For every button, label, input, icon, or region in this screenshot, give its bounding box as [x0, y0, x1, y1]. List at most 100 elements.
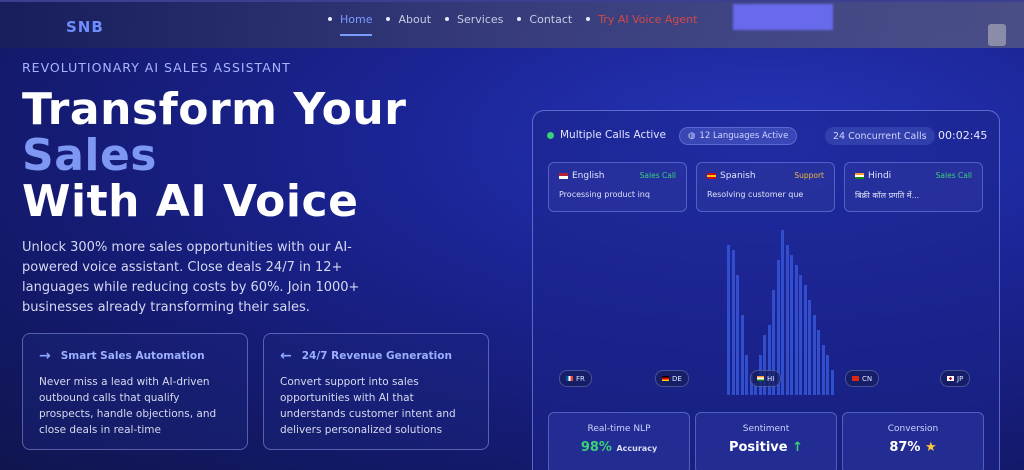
call-card-spanish[interactable]: Spanish Support Resolving customer que: [696, 162, 835, 212]
nav-item-contact[interactable]: Contact: [517, 10, 572, 28]
nav-label: Contact: [529, 12, 573, 26]
waveform-bar: [812, 315, 816, 395]
nav-bullet-icon: [586, 17, 591, 21]
chip-label: DE: [672, 374, 682, 383]
nav-bullet-icon: [328, 17, 332, 21]
metric-value: 98%: [580, 440, 612, 455]
chip-label: JP: [957, 374, 964, 383]
language-chip-de[interactable]: DE: [655, 370, 689, 387]
call-card-hindi[interactable]: Hindi Sales Call बिक्री कॉल प्रगति में...: [844, 162, 983, 212]
waveform-bar: [740, 315, 744, 395]
feature-text: Never miss a lead with AI-driven outboun…: [39, 376, 217, 436]
nav-label: About: [398, 12, 432, 26]
arrow-left-icon: ←: [280, 348, 292, 364]
waveform-bar: [794, 265, 798, 395]
language-chip-fr[interactable]: FR: [559, 370, 592, 387]
nav-label: Home: [340, 12, 373, 26]
call-tag: Sales Call: [935, 171, 972, 180]
top-navigation-bar: SNB Home About Services Contact Try AI V…: [0, 0, 1024, 48]
dashboard-status: Multiple Calls Active: [547, 129, 666, 141]
feature-title: Smart Sales Automation: [60, 350, 205, 362]
feature-text: Convert support into sales opportunities…: [280, 376, 456, 436]
call-status-text: Resolving customer que: [707, 190, 804, 199]
metric-sentiment: Sentiment Positive ↑: [695, 412, 837, 470]
waveform-bar: [727, 245, 730, 395]
waveform-bar: [736, 275, 739, 395]
languages-active-pill: ◍ 12 Languages Active: [679, 127, 798, 145]
live-calls-dashboard: Multiple Calls Active ◍ 12 Languages Acti…: [532, 110, 1000, 470]
call-tag: Support: [794, 171, 824, 180]
us-flag-icon: [559, 172, 568, 179]
main-nav: Home About Services Contact Try AI Voice…: [328, 10, 711, 36]
call-timer: 00:02:45: [938, 129, 988, 142]
feature-title-row: → Smart Sales Automation: [39, 348, 231, 364]
nav-bullet-icon: [386, 17, 391, 21]
brand-logo[interactable]: SNB: [66, 18, 104, 36]
feature-card-smart-sales[interactable]: → Smart Sales Automation Never miss a lea…: [22, 333, 248, 450]
metric-value: 87%: [889, 440, 921, 455]
call-status-text: Processing product inq: [559, 190, 650, 199]
hero-title-line-1: Transform Your: [22, 84, 407, 135]
call-language: Hindi: [868, 171, 892, 181]
feature-title-row: ← 24/7 Revenue Generation: [280, 348, 472, 364]
de-flag-icon: [662, 376, 669, 381]
decorative-shape: [988, 24, 1006, 46]
decorative-glow: [733, 4, 833, 30]
hero-tagline: REVOLUTIONARY AI SALES ASSISTANT: [22, 60, 291, 75]
metric-value: Positive: [728, 440, 788, 455]
metric-value-row: 98% Accuracy: [549, 440, 689, 455]
waveform-bar: [790, 255, 793, 395]
metric-nlp: Real-time NLP 98% Accuracy: [548, 412, 690, 470]
language-chip-jp[interactable]: JP: [940, 370, 971, 387]
waveform-bar: [830, 370, 834, 395]
metric-title: Sentiment: [742, 424, 790, 434]
languages-label: 12 Languages Active: [699, 131, 789, 141]
call-tag: Sales Call: [639, 171, 676, 180]
waveform-bar: [803, 285, 807, 395]
hero-title-line-3: With AI Voice: [22, 176, 359, 227]
live-status-dot-icon: [547, 131, 554, 139]
in-flag-icon: [757, 376, 764, 381]
language-chip-hi[interactable]: HI: [750, 370, 782, 387]
in-flag-icon: [855, 172, 864, 179]
metric-conversion: Conversion 87% ★: [842, 412, 984, 470]
waveform-bar: [826, 355, 829, 395]
nav-item-home[interactable]: Home: [328, 10, 373, 36]
language-chip-cn[interactable]: CN: [845, 370, 880, 387]
waveform-bar: [808, 300, 811, 395]
status-text: Multiple Calls Active: [560, 129, 666, 141]
hero-title-line-2: Sales: [22, 130, 157, 181]
metric-sub: Accuracy: [616, 444, 658, 453]
jp-flag-icon: [947, 376, 954, 381]
metric-value-row: 87% ★: [843, 440, 983, 455]
metric-value-row: Positive ↑: [696, 440, 836, 455]
waveform-bar: [745, 355, 748, 395]
es-flag-icon: [707, 172, 716, 179]
chip-label: HI: [767, 374, 775, 383]
arrow-right-icon: →: [39, 348, 51, 364]
nav-item-services[interactable]: Services: [445, 10, 503, 28]
nav-label: Services: [457, 12, 504, 26]
waveform-bar: [781, 230, 784, 395]
feature-card-revenue[interactable]: ← 24/7 Revenue Generation Convert support…: [263, 333, 489, 450]
call-language: English: [572, 171, 605, 181]
fr-flag-icon: [566, 376, 573, 381]
nav-label: Try AI Voice Agent: [598, 12, 698, 26]
cn-flag-icon: [852, 376, 859, 381]
waveform-bar: [821, 345, 825, 395]
call-language: Spanish: [720, 171, 756, 181]
nav-bullet-icon: [445, 17, 450, 21]
chip-label: CN: [862, 374, 873, 383]
feature-title: 24/7 Revenue Generation: [301, 350, 452, 362]
star-icon: ★: [925, 440, 937, 455]
nav-item-try-agent[interactable]: Try AI Voice Agent: [586, 10, 697, 28]
globe-icon: ◍: [688, 131, 696, 141]
nav-item-about[interactable]: About: [386, 10, 431, 28]
call-card-english[interactable]: English Sales Call Processing product inq: [548, 162, 687, 212]
arrow-up-icon: ↑: [792, 440, 804, 455]
waveform-bar: [799, 275, 802, 395]
waveform-bar: [731, 250, 735, 395]
metric-title: Conversion: [887, 424, 939, 434]
concurrent-calls-pill: 24 Concurrent Calls: [825, 127, 935, 145]
metric-title: Real-time NLP: [587, 424, 651, 434]
